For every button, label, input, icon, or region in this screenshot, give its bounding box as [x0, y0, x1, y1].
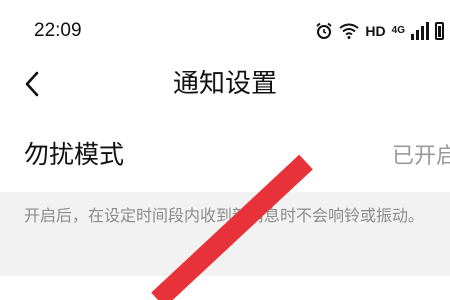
dnd-status-value: 已开启	[392, 144, 450, 169]
status-bar: 22:09 HD 4G	[0, 0, 450, 60]
page-title: 通知设置	[172, 69, 277, 99]
status-icons: HD 4G	[315, 19, 444, 43]
cell-signal-icon	[411, 22, 429, 40]
alarm-icon	[316, 22, 332, 39]
dnd-description-section: 开启后，在设定时间段内收到新消息时不会响铃或振动。	[0, 192, 450, 276]
wifi-icon	[339, 23, 360, 39]
status-time: 22:09	[34, 20, 82, 41]
network-hd-label: HD	[365, 23, 386, 39]
nav-bar: 通知设置	[0, 60, 450, 108]
network-4g-label: 4G	[391, 25, 405, 36]
battery-icon	[435, 22, 444, 40]
dnd-label: 勿扰模式	[24, 140, 125, 169]
dnd-setting-row[interactable]: 勿扰模式 已开启	[0, 120, 450, 192]
dnd-description-text: 开启后，在设定时间段内收到新消息时不会响铃或振动。	[24, 206, 425, 225]
